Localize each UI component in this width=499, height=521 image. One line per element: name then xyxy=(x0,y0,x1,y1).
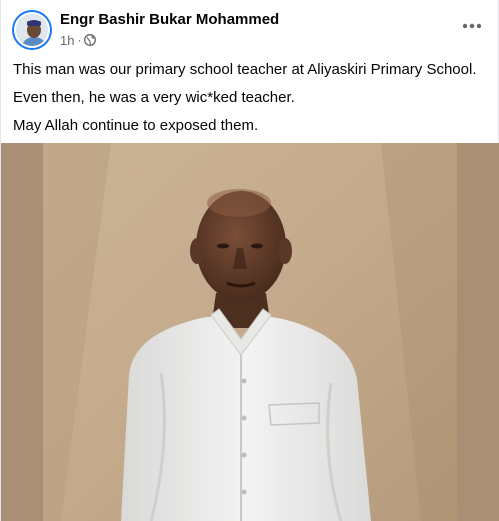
author-name-link[interactable]: Engr Bashir Bukar Mohammed xyxy=(60,11,279,28)
post-photo[interactable] xyxy=(1,143,499,521)
post-paragraph: Even then, he was a very wic*ked teacher… xyxy=(13,89,295,106)
post-timestamp-link[interactable]: 1h xyxy=(60,33,74,48)
avatar-portrait-icon xyxy=(16,14,48,46)
avatar-image xyxy=(14,12,50,48)
post-meta: 1h · xyxy=(60,32,97,48)
author-avatar[interactable] xyxy=(12,10,52,50)
post-paragraph: May Allah continue to exposed them. xyxy=(13,117,259,134)
post-header: Engr Bashir Bukar Mohammed 1h · xyxy=(1,0,499,58)
more-options-icon[interactable] xyxy=(460,14,484,38)
meta-separator: · xyxy=(77,33,82,47)
photo-image xyxy=(1,143,499,521)
post-text: This man was our primary school teacher … xyxy=(13,60,489,144)
facebook-post: Engr Bashir Bukar Mohammed 1h · This man… xyxy=(0,0,499,521)
post-paragraph: This man was our primary school teacher … xyxy=(13,61,477,78)
globe-icon[interactable] xyxy=(84,34,97,46)
